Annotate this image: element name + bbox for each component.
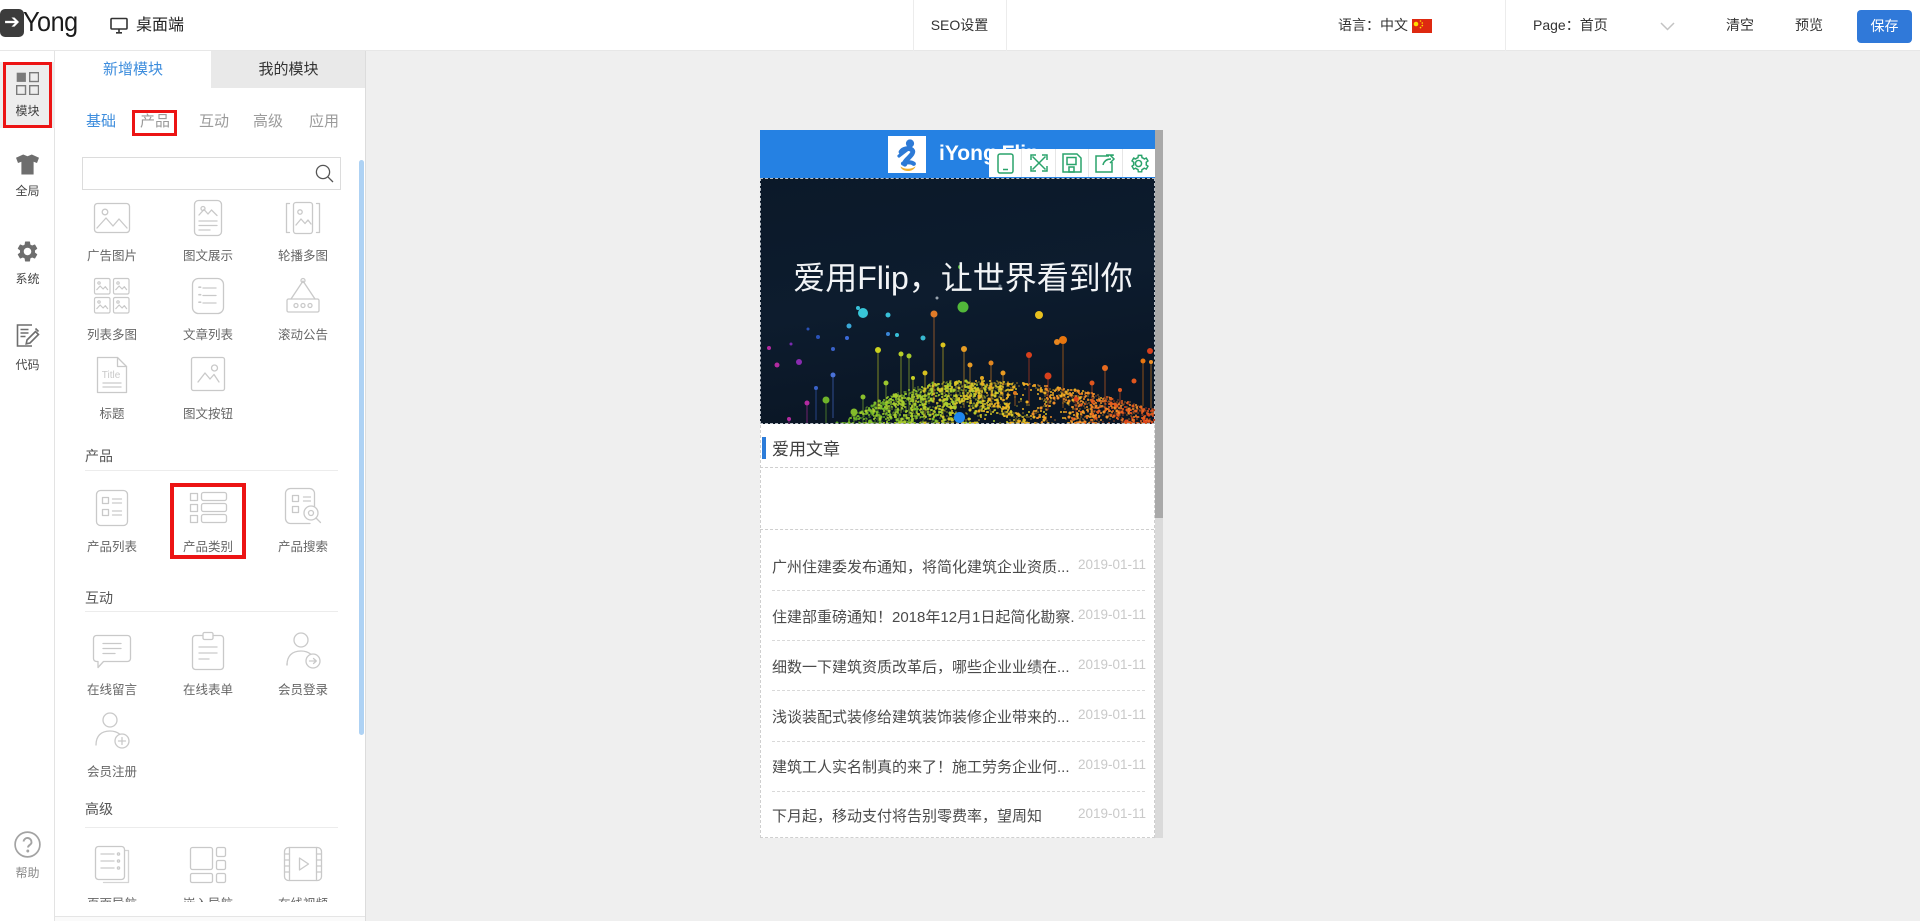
svg-text:爱用Flip，让世界看到你: 爱用Flip，让世界看到你 bbox=[793, 260, 1133, 296]
svg-text:Title: Title bbox=[102, 370, 121, 381]
